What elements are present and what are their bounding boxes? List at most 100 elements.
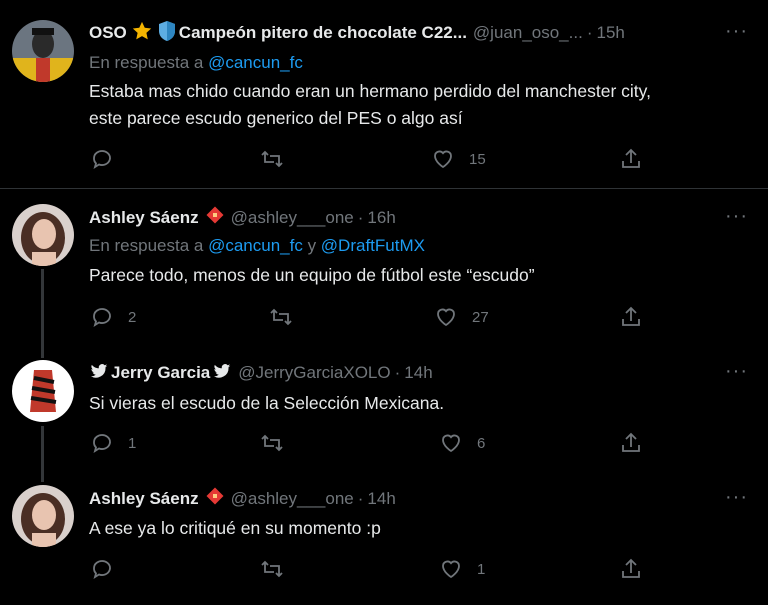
timestamp[interactable]: 16h bbox=[367, 208, 395, 228]
thread-line bbox=[41, 269, 44, 340]
replying-prefix: En respuesta a bbox=[89, 53, 209, 72]
retweet-icon bbox=[270, 308, 292, 326]
tweet-text-line: Estaba mas chido cuando eran un hermano … bbox=[89, 81, 651, 101]
replying-to: En respuesta a @cancun_fc y @DraftFutMX bbox=[89, 236, 425, 256]
display-name-suffix[interactable]: Campeón pitero de chocolate C22... bbox=[179, 23, 467, 43]
more-icon[interactable]: ··· bbox=[725, 360, 748, 383]
share-button[interactable] bbox=[619, 147, 643, 171]
tweet-1[interactable]: OSO Campeón pitero de chocolate C22... @… bbox=[0, 0, 768, 188]
tweet-header: Ashley Sáenz @ashley___one · 14h bbox=[89, 487, 396, 511]
rose-icon bbox=[203, 205, 225, 232]
retweet-button[interactable] bbox=[260, 557, 298, 581]
more-icon[interactable]: ··· bbox=[725, 205, 748, 228]
separator: · bbox=[394, 363, 401, 382]
mention-link[interactable]: @DraftFutMX bbox=[321, 236, 425, 255]
shield-icon bbox=[157, 20, 177, 47]
heart-icon bbox=[437, 308, 455, 327]
thread-line bbox=[41, 340, 44, 358]
reply-button[interactable]: 1 bbox=[90, 431, 136, 455]
tweet-header: OSO Campeón pitero de chocolate C22... @… bbox=[89, 20, 625, 47]
retweet-button[interactable] bbox=[260, 147, 298, 171]
tweet-header: Ashley Sáenz @ashley___one · 16h bbox=[89, 206, 396, 230]
tweet-actions: 2 27 bbox=[89, 305, 649, 329]
like-count: 27 bbox=[472, 308, 489, 326]
share-icon bbox=[622, 148, 640, 168]
handle[interactable]: @juan_oso_... bbox=[473, 23, 583, 43]
share-icon bbox=[622, 306, 640, 326]
more-icon[interactable]: ··· bbox=[725, 20, 748, 43]
replying-join: y bbox=[302, 236, 321, 255]
share-button[interactable] bbox=[619, 557, 643, 581]
share-icon bbox=[622, 432, 640, 452]
reply-button[interactable] bbox=[90, 147, 128, 171]
like-button[interactable]: 1 bbox=[439, 557, 485, 581]
heart-icon bbox=[434, 150, 452, 169]
bird-icon bbox=[89, 362, 109, 385]
retweet-button[interactable] bbox=[269, 305, 307, 329]
like-count: 1 bbox=[477, 560, 486, 578]
heart-icon bbox=[442, 560, 460, 579]
separator: · bbox=[357, 489, 364, 508]
timestamp[interactable]: 15h bbox=[596, 23, 624, 43]
separator: · bbox=[357, 208, 364, 227]
tweet-text-line: Si vieras el escudo de la Selección Mexi… bbox=[89, 393, 445, 413]
tweet-4[interactable]: Ashley Sáenz @ashley___one · 14h ··· A e… bbox=[0, 470, 768, 605]
tweet-text: A ese ya lo critiqué en su momento :p bbox=[89, 515, 749, 542]
timestamp[interactable]: 14h bbox=[367, 489, 395, 509]
reply-button[interactable] bbox=[90, 557, 128, 581]
display-name[interactable]: Ashley Sáenz bbox=[89, 489, 199, 509]
thread-line bbox=[41, 470, 44, 482]
reply-count: 2 bbox=[128, 308, 137, 326]
like-button[interactable]: 27 bbox=[434, 305, 489, 329]
rose-icon bbox=[203, 486, 225, 513]
handle[interactable]: @ashley___one bbox=[231, 489, 354, 509]
mention-link[interactable]: @cancun_fc bbox=[208, 53, 303, 72]
tweet-text: Parece todo, menos de un equipo de fútbo… bbox=[89, 262, 749, 289]
tweet-text: Si vieras el escudo de la Selección Mexi… bbox=[89, 390, 749, 417]
tweet-text-line: Parece todo, menos de un equipo de fútbo… bbox=[89, 265, 535, 285]
display-name[interactable]: OSO bbox=[89, 23, 127, 43]
star-icon bbox=[131, 20, 153, 47]
timestamp[interactable]: 14h bbox=[404, 363, 432, 383]
display-name[interactable]: Ashley Sáenz bbox=[89, 208, 199, 228]
mention-link[interactable]: @cancun_fc bbox=[208, 236, 303, 255]
avatar-oso[interactable] bbox=[12, 20, 74, 82]
reply-icon bbox=[93, 434, 111, 453]
like-count: 6 bbox=[477, 434, 486, 452]
tweet-text: Estaba mas chido cuando eran un hermano … bbox=[89, 78, 749, 132]
separator: · bbox=[586, 23, 593, 42]
share-icon bbox=[622, 558, 640, 578]
replying-prefix: En respuesta a bbox=[89, 236, 209, 255]
reply-button[interactable]: 2 bbox=[90, 305, 136, 329]
like-button[interactable]: 15 bbox=[431, 147, 486, 171]
retweet-icon bbox=[261, 434, 283, 452]
tweet-2[interactable]: Ashley Sáenz @ashley___one · 16h ··· En … bbox=[0, 189, 768, 340]
avatar-ashley[interactable] bbox=[12, 204, 74, 266]
display-name[interactable]: Jerry Garcia bbox=[111, 363, 210, 383]
reply-icon bbox=[93, 560, 111, 579]
like-button[interactable]: 6 bbox=[439, 431, 485, 455]
tweet-header: Jerry Garcia @JerryGarciaXOLO · 14h bbox=[89, 361, 433, 385]
tweet-3[interactable]: Jerry Garcia @JerryGarciaXOLO · 14h ··· … bbox=[0, 340, 768, 470]
tweet-actions: 1 bbox=[89, 557, 649, 581]
reply-icon bbox=[93, 150, 111, 169]
handle[interactable]: @ashley___one bbox=[231, 208, 354, 228]
bird-icon bbox=[212, 362, 232, 385]
replying-to: En respuesta a @cancun_fc bbox=[89, 53, 303, 73]
avatar-jerry[interactable] bbox=[12, 360, 74, 422]
reply-count: 1 bbox=[128, 434, 137, 452]
retweet-button[interactable] bbox=[260, 431, 298, 455]
retweet-icon bbox=[261, 150, 283, 168]
more-icon[interactable]: ··· bbox=[725, 486, 748, 509]
tweet-text-line: A ese ya lo critiqué en su momento :p bbox=[89, 518, 381, 538]
share-button[interactable] bbox=[619, 431, 643, 455]
tweet-text-line: este parece escudo generico del PES o al… bbox=[89, 108, 463, 128]
like-count: 15 bbox=[469, 150, 486, 168]
handle[interactable]: @JerryGarciaXOLO bbox=[238, 363, 390, 383]
share-button[interactable] bbox=[619, 305, 643, 329]
reply-icon bbox=[93, 308, 111, 327]
tweet-actions: 1 6 bbox=[89, 431, 649, 455]
avatar-ashley[interactable] bbox=[12, 485, 74, 547]
thread-line bbox=[41, 426, 44, 470]
tweet-actions: 15 bbox=[89, 147, 649, 171]
